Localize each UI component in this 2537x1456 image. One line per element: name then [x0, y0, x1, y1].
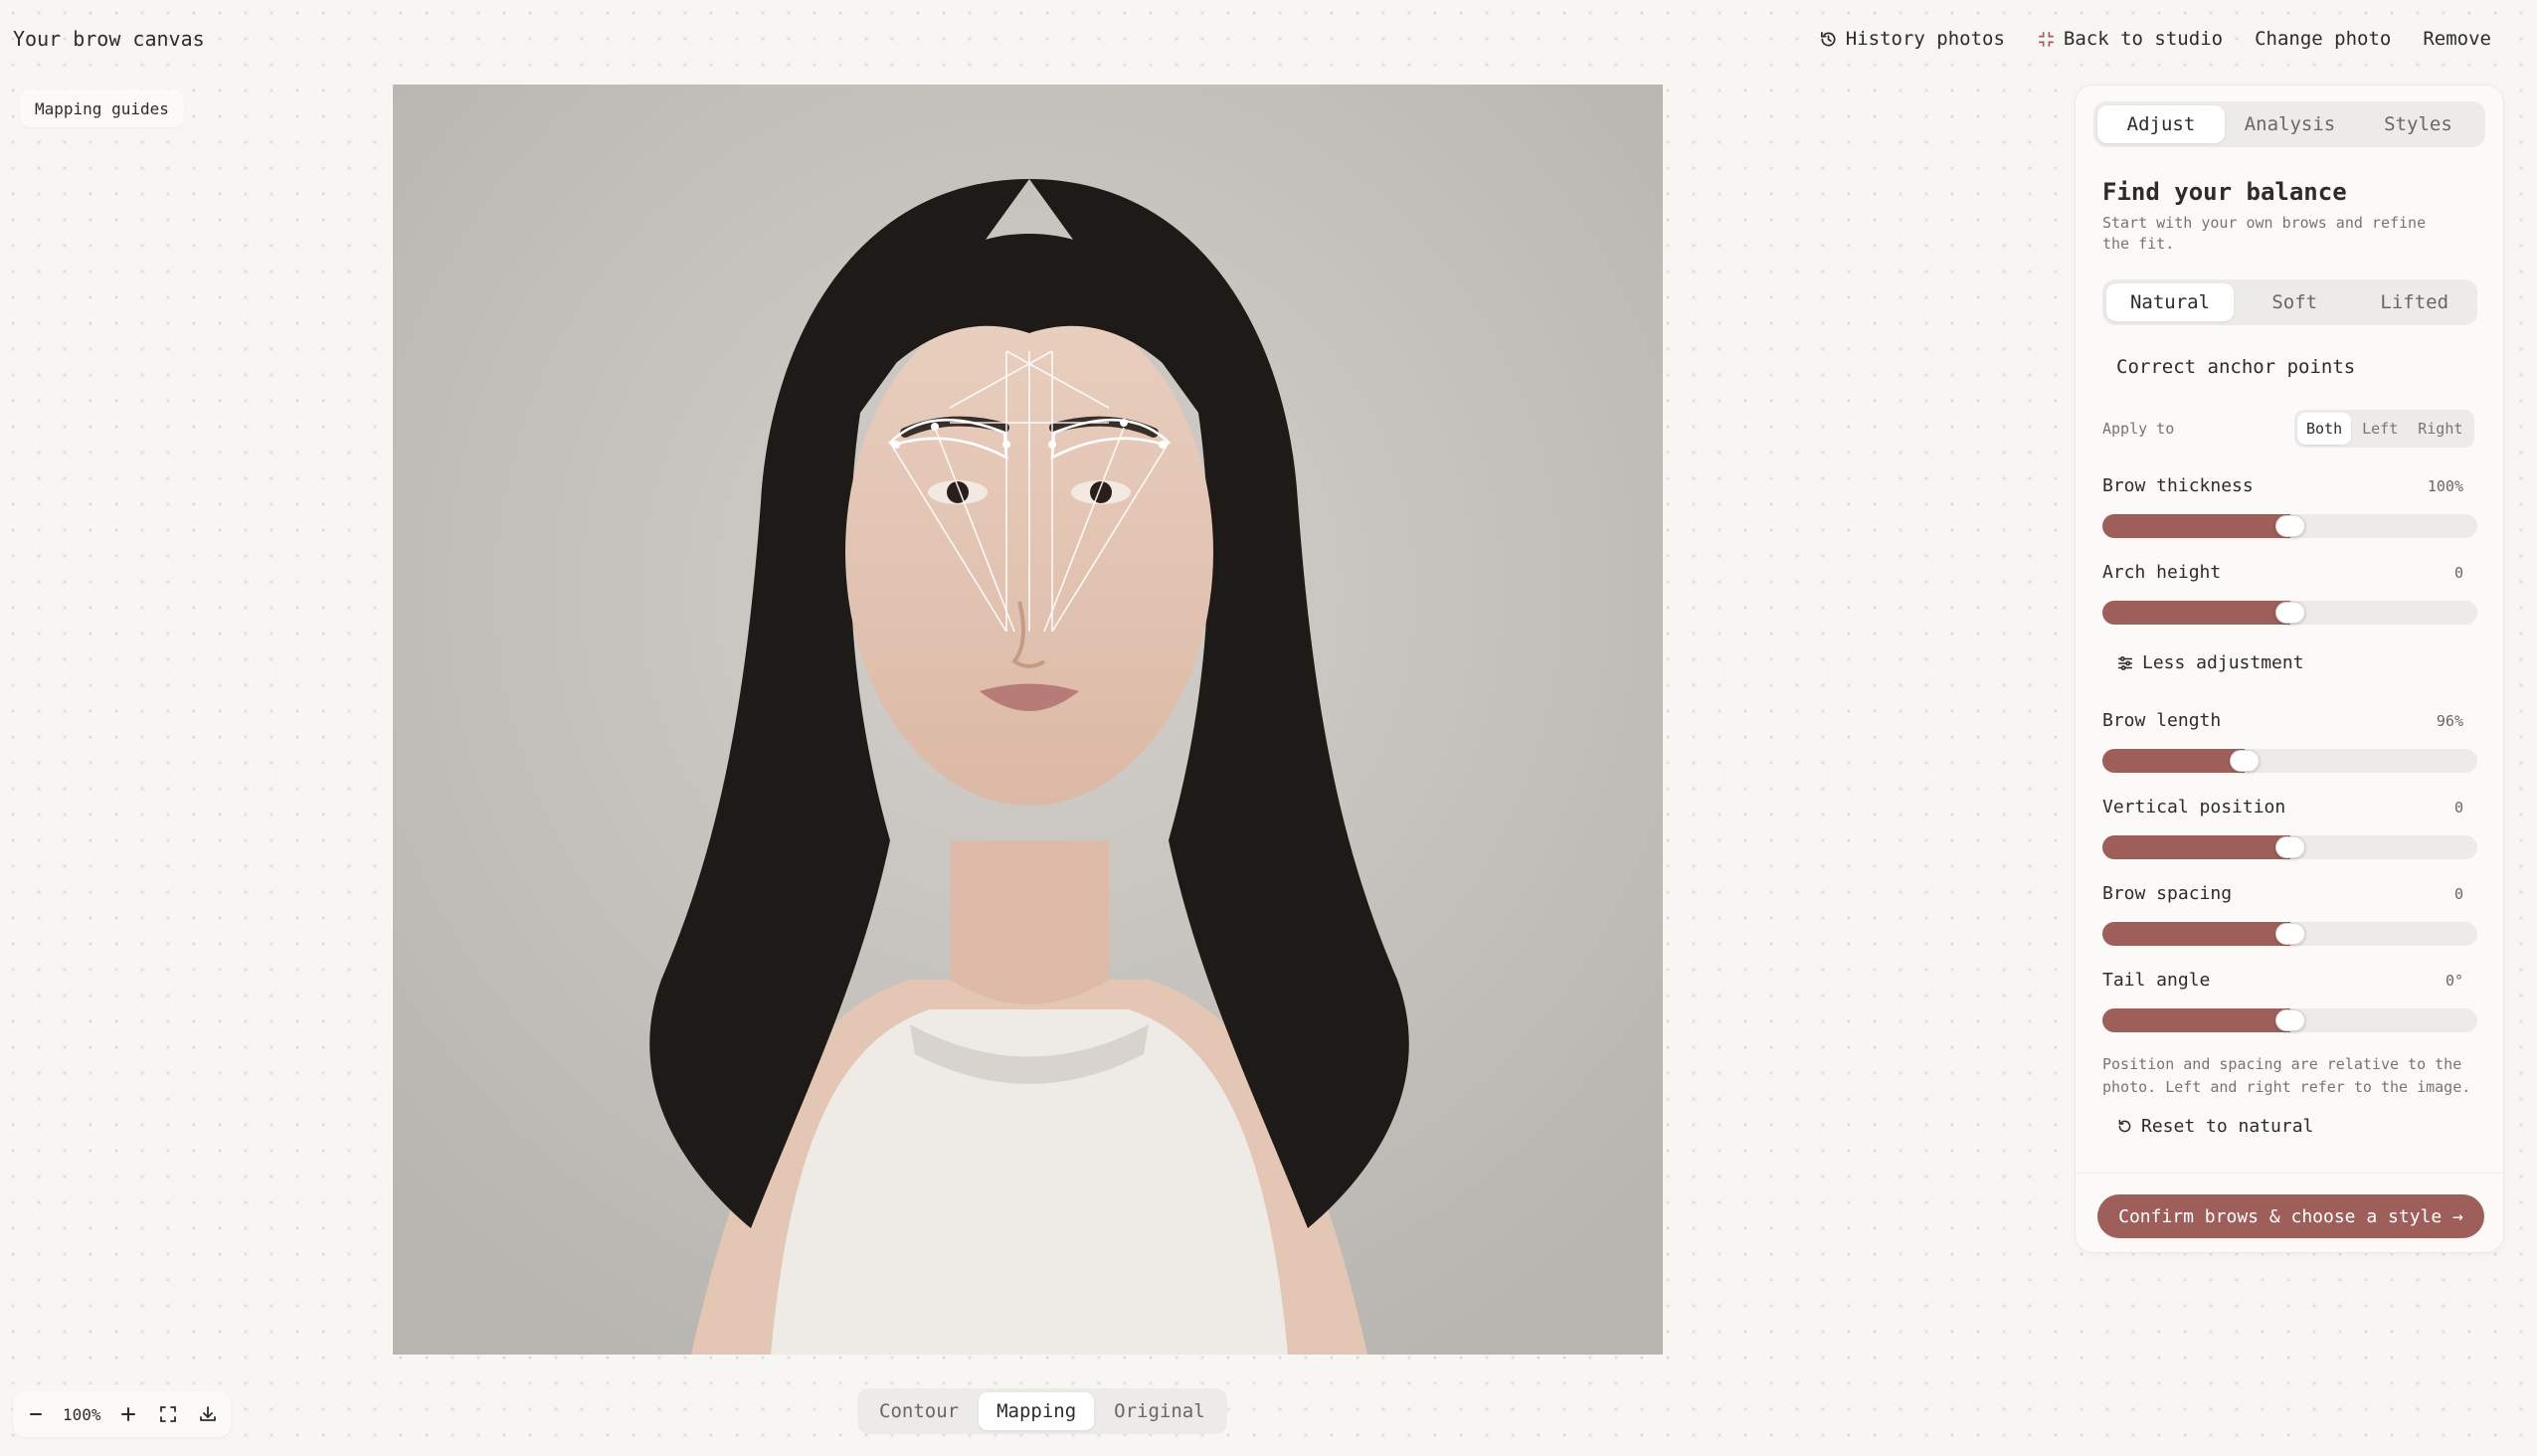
slider-label: Brow length	[2102, 710, 2222, 731]
sliders-icon	[2117, 655, 2133, 670]
panel-tabs: Adjust Analysis Styles	[2093, 101, 2485, 147]
correct-anchor-points-button[interactable]: Correct anchor points	[2116, 356, 2355, 378]
zoom-out-button[interactable]	[23, 1401, 49, 1427]
slider-value: 0	[2453, 885, 2463, 903]
fit-screen-button[interactable]	[155, 1401, 181, 1427]
slider-value: 100%	[2427, 477, 2463, 495]
history-icon	[1820, 31, 1836, 47]
slider-thumb[interactable]	[2274, 602, 2305, 624]
portrait-photo	[393, 85, 1663, 1355]
apply-both[interactable]: Both	[2297, 413, 2352, 445]
zoom-controls: 100%	[13, 1391, 231, 1437]
slider-value: 0	[2453, 564, 2463, 582]
history-photos-button[interactable]: History photos	[1806, 20, 2017, 58]
history-photos-label: History photos	[1845, 28, 2005, 50]
apply-to-label: Apply to	[2102, 420, 2175, 438]
view-original-tab[interactable]: Original	[1096, 1392, 1223, 1430]
slider-track[interactable]	[2102, 601, 2477, 625]
view-contour-tab[interactable]: Contour	[861, 1392, 977, 1430]
slider-fill	[2102, 514, 2290, 538]
apply-to-toggle: Both Left Right	[2294, 410, 2475, 448]
back-to-studio-label: Back to studio	[2063, 28, 2224, 50]
slider-label: Brow thickness	[2102, 475, 2254, 496]
apply-right[interactable]: Right	[2409, 413, 2471, 445]
slider-fill	[2102, 835, 2290, 859]
minus-icon	[30, 1413, 42, 1415]
slider-label: Tail angle	[2102, 970, 2211, 991]
panel-divider	[2076, 1173, 2503, 1174]
back-to-studio-button[interactable]: Back to studio	[2024, 20, 2236, 58]
slider-thumb[interactable]	[2274, 515, 2305, 537]
slider-fill	[2102, 601, 2290, 625]
variant-soft[interactable]: Soft	[2236, 283, 2354, 321]
app-title: Your brow canvas	[13, 27, 205, 51]
download-button[interactable]	[195, 1401, 221, 1427]
slider-value: 0	[2453, 799, 2463, 817]
download-icon	[199, 1406, 216, 1421]
brow-variant-tabs: Natural Soft Lifted	[2102, 279, 2477, 325]
less-adjustment-label: Less adjustment	[2142, 652, 2304, 673]
slider-track[interactable]	[2102, 835, 2477, 859]
adjust-panel: Adjust Analysis Styles Find your balance…	[2075, 85, 2504, 1253]
slider-track[interactable]	[2102, 749, 2477, 773]
tab-analysis[interactable]: Analysis	[2227, 105, 2353, 143]
slider-thumb[interactable]	[2274, 836, 2305, 858]
less-adjustment-button[interactable]: Less adjustment	[2116, 652, 2304, 673]
reset-icon	[2118, 1119, 2131, 1133]
portrait-illustration	[393, 85, 1663, 1355]
slider-label: Arch height	[2102, 562, 2222, 583]
reset-to-natural-button[interactable]: Reset to natural	[2116, 1116, 2313, 1137]
panel-title: Find your balance	[2102, 178, 2347, 206]
expand-icon	[159, 1406, 176, 1422]
slider-thumb[interactable]	[2230, 750, 2261, 772]
variant-natural[interactable]: Natural	[2106, 283, 2234, 321]
plus-icon	[120, 1407, 135, 1421]
zoom-in-button[interactable]	[115, 1401, 141, 1427]
top-actions: History photos Back to studio Change pho…	[1806, 20, 2503, 58]
panel-subtitle: Start with your own brows and refine the…	[2102, 214, 2427, 253]
view-mapping-tab[interactable]: Mapping	[979, 1392, 1095, 1430]
apply-left[interactable]: Left	[2353, 413, 2407, 445]
slider-track[interactable]	[2102, 922, 2477, 946]
slider-value: 0°	[2445, 972, 2463, 990]
tab-styles[interactable]: Styles	[2355, 105, 2481, 143]
slider-thumb[interactable]	[2274, 923, 2305, 945]
tab-adjust[interactable]: Adjust	[2097, 105, 2225, 143]
reset-label: Reset to natural	[2141, 1116, 2314, 1137]
variant-lifted[interactable]: Lifted	[2356, 283, 2474, 321]
collapse-icon	[2038, 31, 2054, 47]
remove-label: Remove	[2423, 28, 2491, 50]
slider-label: Brow spacing	[2102, 883, 2233, 904]
zoom-level: 100%	[63, 1404, 101, 1424]
mapping-guides-chip[interactable]: Mapping guides	[20, 90, 184, 127]
change-photo-button[interactable]: Change photo	[2243, 20, 2404, 58]
slider-fill	[2102, 1008, 2290, 1032]
position-note: Position and spacing are relative to the…	[2102, 1055, 2471, 1096]
slider-label: Vertical position	[2102, 797, 2286, 818]
slider-fill	[2102, 749, 2246, 773]
view-mode-toggle: Contour Mapping Original	[857, 1388, 1227, 1434]
slider-track[interactable]	[2102, 514, 2477, 538]
confirm-brows-button[interactable]: Confirm brows & choose a style →	[2097, 1194, 2484, 1238]
slider-value: 96%	[2436, 712, 2463, 730]
slider-thumb[interactable]	[2274, 1009, 2305, 1031]
change-photo-label: Change photo	[2255, 28, 2392, 50]
slider-track[interactable]	[2102, 1008, 2477, 1032]
slider-fill	[2102, 922, 2290, 946]
remove-button[interactable]: Remove	[2411, 20, 2503, 58]
